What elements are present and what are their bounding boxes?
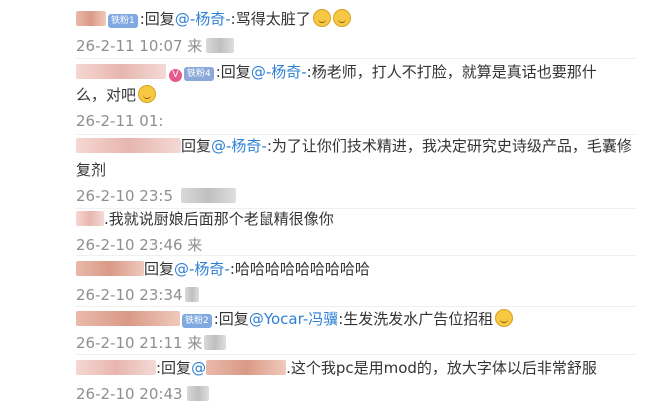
comment-time: 26-2-11 01: <box>76 112 164 130</box>
comment-text: :杨老师，打人不打脸，就算是真话也要那什 <box>306 63 597 81</box>
emoji-icon <box>332 9 351 27</box>
reply-label: :回复 <box>156 359 192 377</box>
comment-time: 26-2-10 23:46 来 <box>76 236 203 254</box>
emoji-icon <box>138 85 157 103</box>
comment-time: 26-2-10 20:43 <box>76 385 183 403</box>
username-blurred[interactable] <box>76 261 144 276</box>
comment-text: :骂得太脏了 <box>230 10 311 28</box>
reply-label: 回复 <box>144 10 175 28</box>
comment-feed: 铁粉1:回复@-杨奇-:骂得太脏了 26-2-11 10:07 来 V 铁粉4:回… <box>0 0 650 406</box>
location-blurred <box>204 335 227 350</box>
comment-item: 铁粉1:回复@-杨奇-:骂得太脏了 <box>76 8 351 30</box>
mention-link[interactable]: @-杨奇- <box>174 260 230 278</box>
comment-text: :生发洗发水广告位招租 <box>338 310 494 328</box>
username-blurred[interactable] <box>76 360 156 375</box>
location-blurred <box>186 386 209 401</box>
comment-text: :为了让你们技术精进，我决定研究史诗级产品，毛囊修 <box>266 137 632 155</box>
reply-label: 回复 <box>218 310 249 328</box>
comment-meta: 26-2-11 10:07 来 <box>76 36 235 56</box>
comment-meta: 26-2-10 23:5 <box>76 186 236 206</box>
divider <box>76 255 636 256</box>
comment-text: .这个我pc是用mod的，放大字体以后非常舒服 <box>286 359 597 377</box>
mention-link[interactable]: @Yocar-冯骥 <box>249 310 338 328</box>
comment-meta: 26-2-10 23:34 <box>76 285 199 305</box>
location-blurred <box>181 188 236 203</box>
comment-time: 26-2-10 23:34 <box>76 286 183 304</box>
comment-time: 26-2-10 23:5 <box>76 187 173 205</box>
reply-label: 回复 <box>181 137 212 155</box>
divider <box>76 58 636 59</box>
comment-item: .我就说厨娘后面那个老鼠精很像你 <box>76 208 334 230</box>
fan-badge: 铁粉1 <box>108 14 138 28</box>
comment-item: :回复@ .这个我pc是用mod的，放大字体以后非常舒服 <box>76 357 597 379</box>
comment-text-line2: 么，对吧 <box>76 86 137 104</box>
reply-label: 回复 <box>144 260 175 278</box>
reply-label: 回复 <box>220 63 251 81</box>
username-blurred[interactable] <box>76 311 180 326</box>
comment-item: 铁粉2:回复@Yocar-冯骥:生发洗发水广告位招租 <box>76 308 514 330</box>
verified-icon: V <box>169 69 182 82</box>
comment-meta: 26-2-10 20:43 <box>76 384 209 404</box>
mention-link[interactable]: @-杨奇- <box>211 137 267 155</box>
comment-text: :哈哈哈哈哈哈哈哈哈 <box>229 260 370 278</box>
fan-badge: 铁粉4 <box>184 67 214 81</box>
comment-text-continued: 么，对吧 <box>76 84 157 106</box>
location-blurred <box>206 38 235 53</box>
mention-link[interactable]: @-杨奇- <box>175 10 231 28</box>
comment-meta: 26-2-10 21:11 来 <box>76 333 227 353</box>
mention-blurred[interactable] <box>206 360 287 375</box>
username-blurred[interactable] <box>76 138 181 153</box>
comment-time: 26-2-10 21:11 来 <box>76 334 203 352</box>
location-blurred <box>184 287 199 302</box>
emoji-icon <box>312 9 331 27</box>
comment-text: .我就说厨娘后面那个老鼠精很像你 <box>104 210 334 228</box>
comment-meta: 26-2-11 01: <box>76 111 163 131</box>
mention-link[interactable]: @ <box>191 359 206 377</box>
fan-badge: 铁粉2 <box>182 314 212 328</box>
mention-link[interactable]: @-杨奇- <box>251 63 307 81</box>
username-blurred[interactable] <box>76 211 104 226</box>
username-blurred[interactable] <box>76 64 166 79</box>
comment-time: 26-2-11 10:07 来 <box>76 37 203 55</box>
username-blurred[interactable] <box>76 11 106 26</box>
emoji-icon <box>495 309 514 327</box>
comment-meta: 26-2-10 23:46 来 <box>76 235 202 255</box>
comment-item: 回复@-杨奇-:哈哈哈哈哈哈哈哈哈 <box>76 258 370 280</box>
comment-text-line2: 复剂 <box>76 161 107 179</box>
comment-item: V 铁粉4:回复@-杨奇-:杨老师，打人不打脸，就算是真话也要那什 <box>76 61 597 83</box>
comment-item: 回复@-杨奇-:为了让你们技术精进，我决定研究史诗级产品，毛囊修 <box>76 135 632 157</box>
comment-text-continued: 复剂 <box>76 159 106 181</box>
divider <box>76 306 636 307</box>
divider <box>76 354 636 355</box>
